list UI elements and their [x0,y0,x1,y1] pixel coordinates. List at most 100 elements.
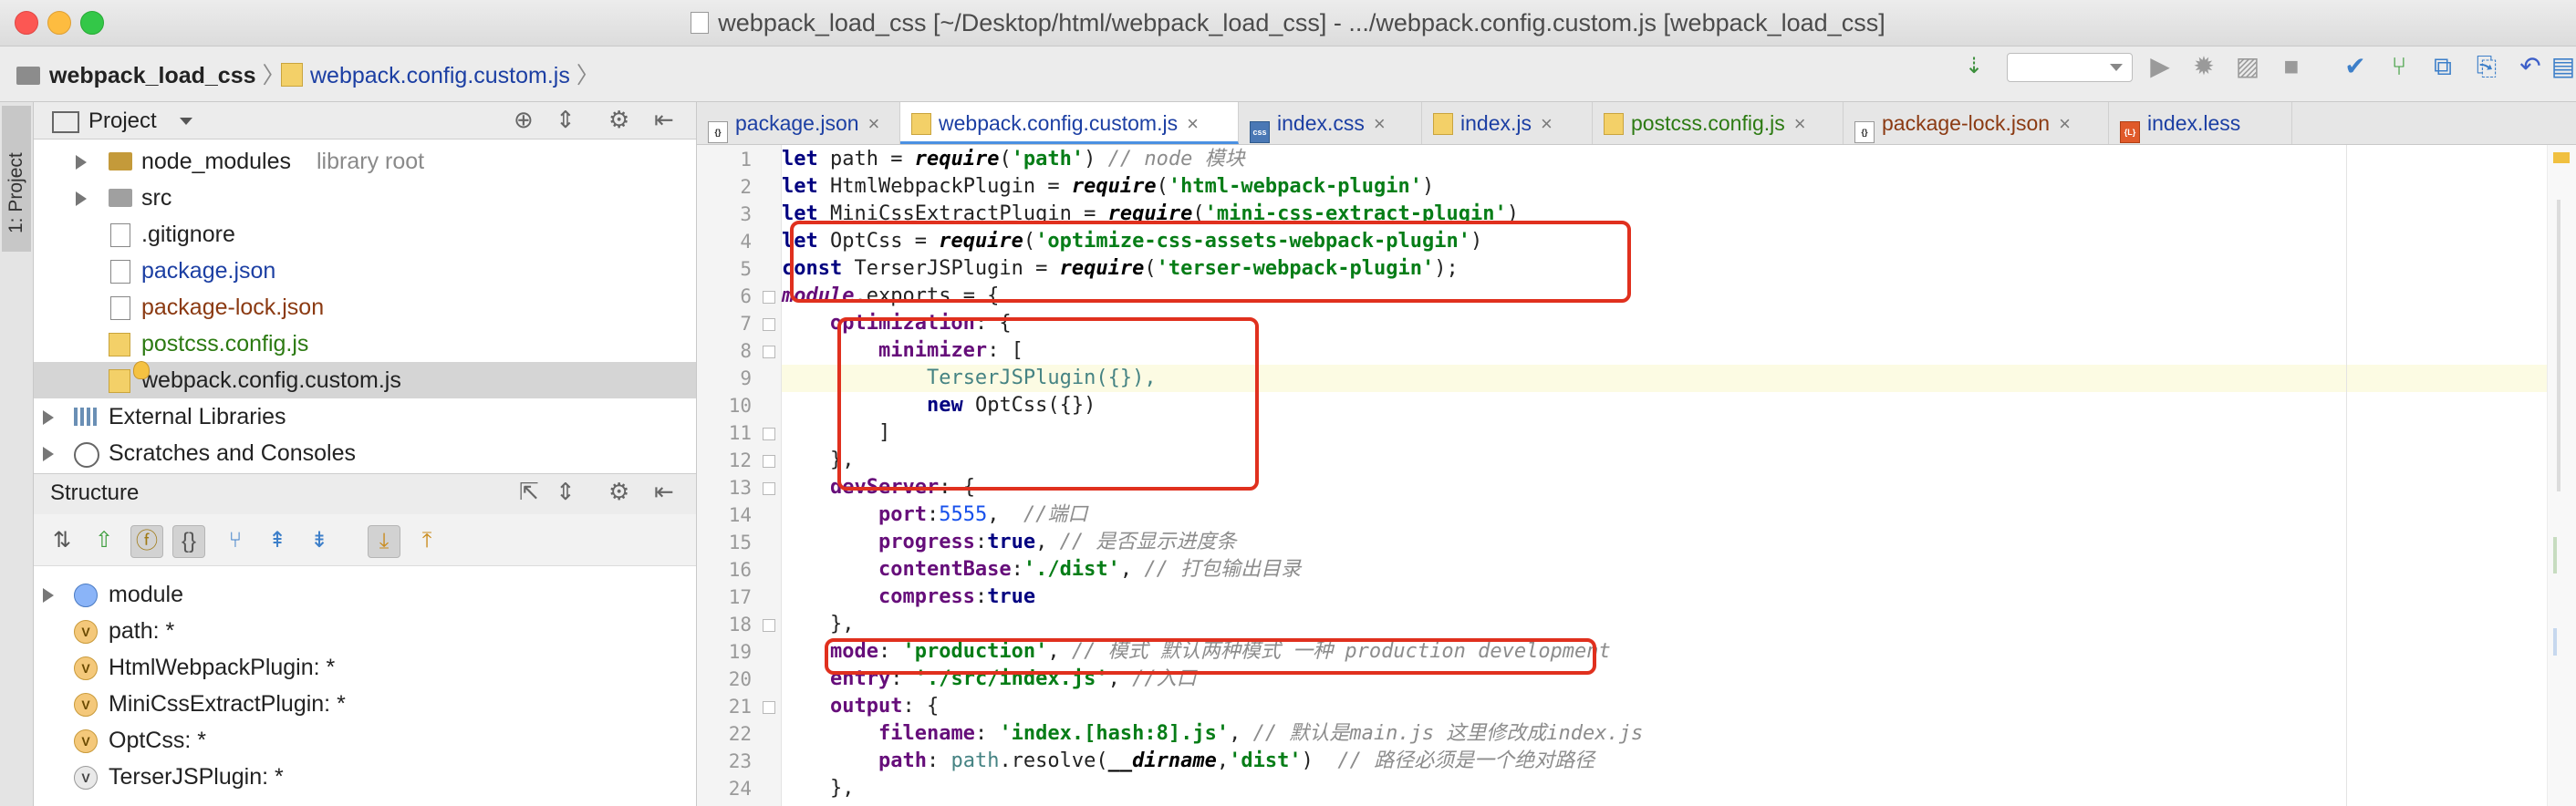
tree-item-external-libraries[interactable]: External Libraries [34,398,696,435]
tree-item-node-modules[interactable]: node_modules library root [34,143,696,180]
structure-panel-header: Structure ⇱ ⇕ ⚙ ⇤ [34,473,696,515]
warning-marker[interactable] [2553,152,2570,163]
fold-marker-icon[interactable] [763,346,775,358]
close-tab-icon[interactable]: × [1794,112,1806,135]
tab-index-js[interactable]: index.js × [1422,102,1593,144]
run-icon[interactable]: ▶ [2145,52,2175,81]
coverage-icon[interactable]: ▨ [2233,52,2262,81]
file-icon [691,12,710,34]
stop-icon[interactable]: ■ [2277,52,2306,81]
project-structure-icon[interactable]: ▤ [2549,52,2576,81]
expand-arrow-icon[interactable] [76,155,87,170]
collapse-all-icon[interactable]: ⇕ [556,106,576,134]
token-plain: ( [1192,202,1205,225]
tree-item-postcss-config[interactable]: postcss.config.js [34,326,696,362]
scroll-thumb[interactable] [2557,200,2560,491]
hide-panel-icon[interactable]: ⇤ [654,478,674,506]
tab-index-less[interactable]: {L} index.less [2109,102,2292,144]
fold-marker-icon[interactable] [763,318,775,331]
structure-item-module[interactable]: module [34,576,696,613]
sort-alpha-icon[interactable]: ⇅ [47,525,78,556]
tab-index-css[interactable]: css index.css × [1239,102,1422,144]
fold-marker-icon[interactable] [763,619,775,632]
expand-arrow-icon[interactable] [43,588,54,603]
expand-arrow-icon[interactable] [76,191,87,206]
fold-marker-icon[interactable] [763,482,775,495]
token-string: 'terser-webpack-plugin' [1156,257,1435,280]
token-property: devServer [829,476,940,499]
tree-item-scratches[interactable]: Scratches and Consoles [34,435,696,471]
breadcrumb-project[interactable]: webpack_load_css 〉 [16,57,285,90]
tab-postcss-config[interactable]: postcss.config.js × [1593,102,1844,144]
close-tab-icon[interactable]: × [1374,112,1386,135]
tree-item-package-lock-json[interactable]: package-lock.json [34,289,696,326]
run-configuration-select[interactable] [2007,53,2133,82]
tab-package-lock-json[interactable]: {} package-lock.json × [1844,102,2109,144]
close-tab-icon[interactable]: × [1541,112,1553,135]
project-panel-title[interactable]: Project [88,108,157,134]
token-global: __dirname [1107,749,1217,772]
token-plain: : [1011,558,1023,581]
collapse-all-icon[interactable]: ⇕ [556,478,576,506]
show-objects-icon[interactable]: {} [172,525,205,558]
breadcrumb-file-label: webpack.config.custom.js [310,63,570,88]
gear-icon[interactable]: ⚙ [608,106,629,134]
chevron-down-icon[interactable] [180,118,192,125]
fold-marker-icon[interactable] [763,455,775,468]
tab-package-json[interactable]: {} package.json × [697,102,900,144]
locate-icon[interactable]: ⊕ [514,106,534,134]
vcs-commit-icon[interactable]: ⑂ [2384,52,2414,81]
structure-item-terserjs-plugin[interactable]: V TerserJSPlugin: * [34,759,696,795]
sort-download-icon[interactable]: ⇣ [1959,52,1989,81]
expand-icon[interactable]: ⇞ [262,525,293,556]
code-line-20: entry: './src/index.js', //入口 [782,666,2576,693]
expand-arrow-icon[interactable] [43,410,54,425]
expand-all-icon[interactable]: ⇱ [519,478,539,506]
autoscroll-from-source-icon[interactable]: ⤒ [411,525,442,556]
intention-bulb-icon[interactable] [133,361,150,379]
hide-panel-icon[interactable]: ⇤ [654,106,674,134]
fold-marker-icon[interactable] [763,701,775,714]
variable-icon: V [74,656,98,680]
autoscroll-to-source-icon[interactable]: ⤓ [368,525,400,558]
close-tab-icon[interactable]: × [868,112,880,135]
structure-item-path[interactable]: V path: * [34,613,696,649]
project-tool-tab[interactable]: 1: Project [2,106,31,252]
tab-label: index.js [1460,111,1532,135]
fold-marker-icon[interactable] [763,428,775,440]
structure-item-optcss[interactable]: V OptCss: * [34,722,696,759]
gear-icon[interactable]: ⚙ [608,478,629,506]
vcs-update-icon[interactable]: ✔ [2341,52,2370,81]
token-string: 'mini-css-extract-plugin' [1204,202,1507,225]
tab-webpack-config-custom[interactable]: webpack.config.custom.js × [900,102,1239,144]
debug-icon[interactable]: ✹ [2189,52,2218,81]
show-fields-icon[interactable]: ⓕ [130,525,163,558]
breadcrumb-file[interactable]: webpack.config.custom.js 〉 [281,57,599,90]
token-property: progress [878,531,975,553]
token-keyword: true [987,531,1036,553]
show-inherited-icon[interactable]: ⇧ [88,525,119,556]
vcs-compare-icon[interactable]: ⧉ [2428,52,2457,81]
structure-item-mini-css-extract-plugin[interactable]: V MiniCssExtractPlugin: * [34,686,696,722]
close-tab-icon[interactable]: × [2059,112,2071,135]
tree-item-src[interactable]: src [34,180,696,216]
revert-icon[interactable]: ↶ [2516,52,2545,81]
fold-marker-icon[interactable] [763,291,775,304]
token-function: require [939,230,1023,253]
vcs-history-icon[interactable]: ⎘ [2472,52,2501,81]
tree-item-gitignore[interactable]: .gitignore [34,216,696,253]
close-tab-icon[interactable]: × [1187,112,1199,135]
token-plain: TerserJSPlugin = [842,257,1060,280]
collapse-icon[interactable]: ⇟ [304,525,335,556]
line-number: 20 [728,668,752,690]
hierarchy-icon[interactable]: ⑂ [220,525,251,556]
editor-scrollbar[interactable] [2547,145,2576,806]
structure-item-html-webpack-plugin[interactable]: V HtmlWebpackPlugin: * [34,649,696,686]
code-editor[interactable]: let path = require('path') // node 模块 le… [782,145,2576,806]
line-number: 14 [728,504,752,526]
tree-item-package-json[interactable]: package.json [34,253,696,289]
code-line-23: path: path.resolve(__dirname,'dist') // … [782,748,2576,775]
expand-arrow-icon[interactable] [43,447,54,461]
token-comment: // 路径必须是一个绝对路径 [1337,749,1595,772]
